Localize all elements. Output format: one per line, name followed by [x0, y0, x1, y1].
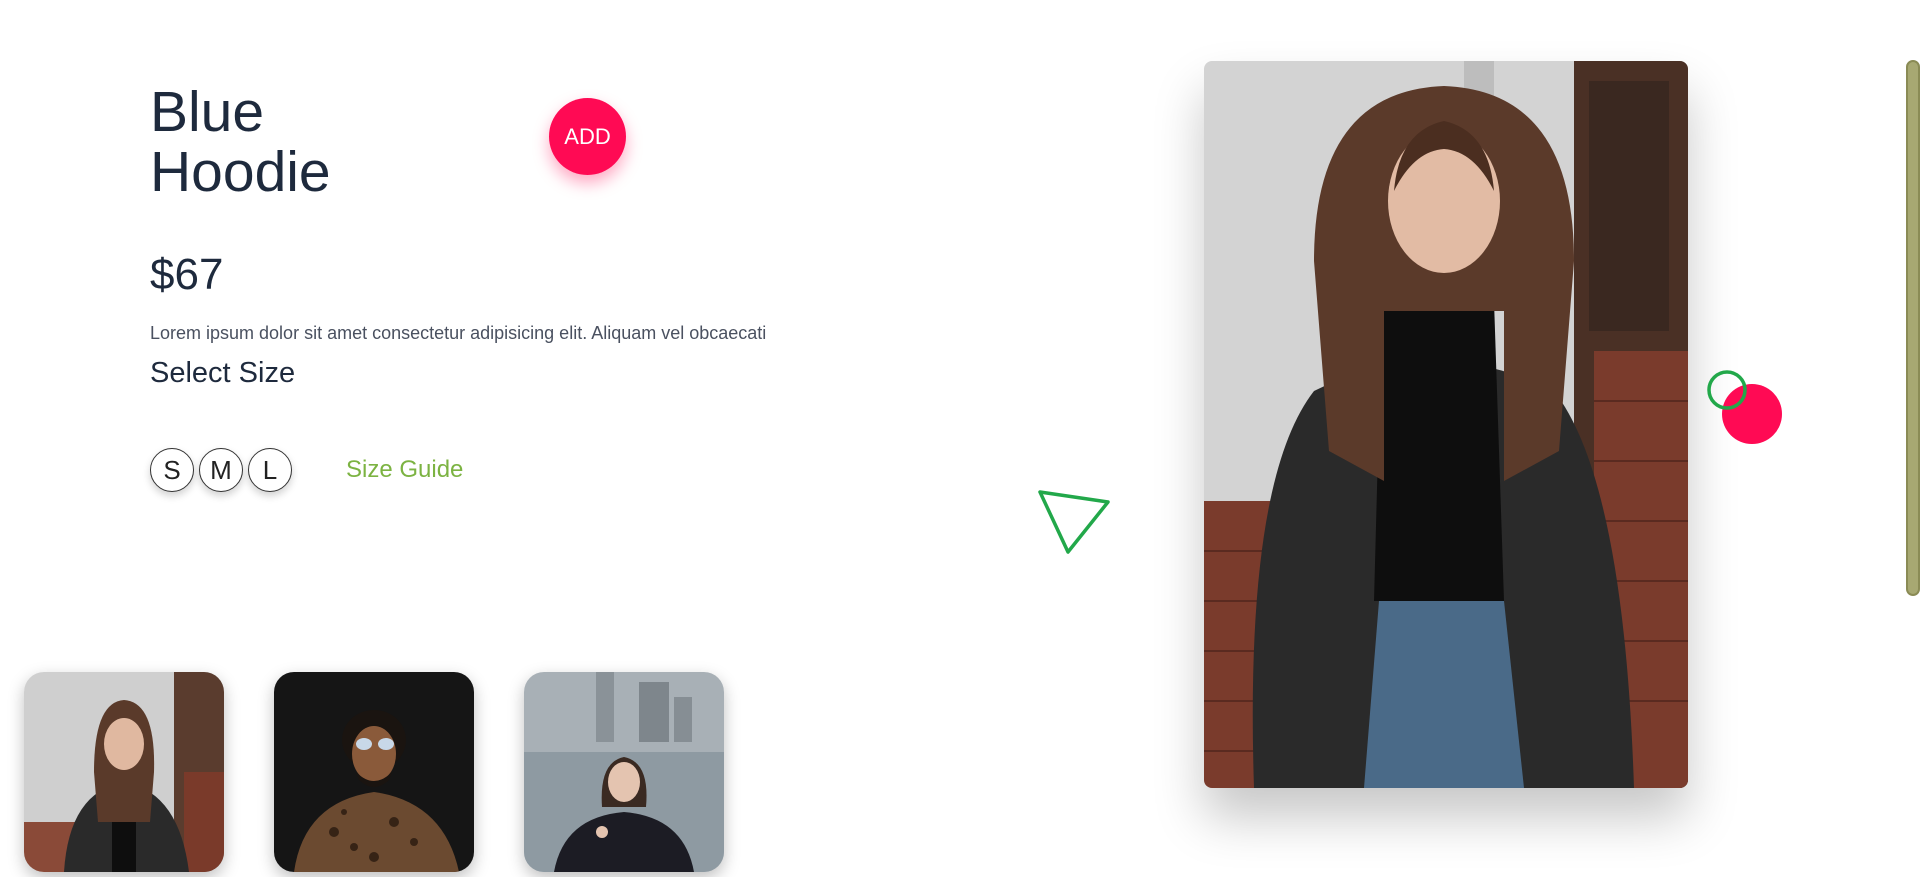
thumbnail-gallery — [24, 672, 724, 872]
woman-harbor-thumb-image — [524, 672, 724, 872]
product-title-line1: Blue — [150, 80, 265, 144]
product-title: Blue Hoodie — [150, 82, 470, 202]
thumbnail-man-sunglasses[interactable] — [274, 672, 474, 872]
product-page: Blue Hoodie ADD $67 Lorem ipsum dolor si… — [0, 0, 1920, 877]
add-to-cart-button[interactable]: ADD — [549, 98, 626, 175]
size-option-m[interactable]: M — [199, 448, 243, 492]
thumbnail-woman-leather-coat[interactable] — [24, 672, 224, 872]
woman-leather-coat-thumb-image — [24, 672, 224, 872]
select-size-heading: Select Size — [150, 357, 296, 389]
vertical-scrollbar[interactable] — [1906, 60, 1920, 596]
size-option-l[interactable]: L — [248, 448, 292, 492]
size-guide-link[interactable]: Size Guide — [346, 456, 463, 484]
woman-leather-coat-main-image — [1204, 61, 1688, 788]
main-product-photo — [1204, 61, 1688, 788]
pink-circle-icon — [1707, 370, 1782, 444]
man-sunglasses-thumb-image — [274, 672, 474, 872]
size-option-s[interactable]: S — [150, 448, 194, 492]
thumbnail-woman-harbor[interactable] — [524, 672, 724, 872]
green-triangle-outline-icon — [1038, 490, 1110, 554]
product-price: $67 — [150, 250, 224, 299]
product-title-line2: Hoodie — [150, 140, 331, 204]
size-options: S M L — [150, 448, 292, 492]
product-description: Lorem ipsum dolor sit amet consectetur a… — [150, 323, 767, 343]
